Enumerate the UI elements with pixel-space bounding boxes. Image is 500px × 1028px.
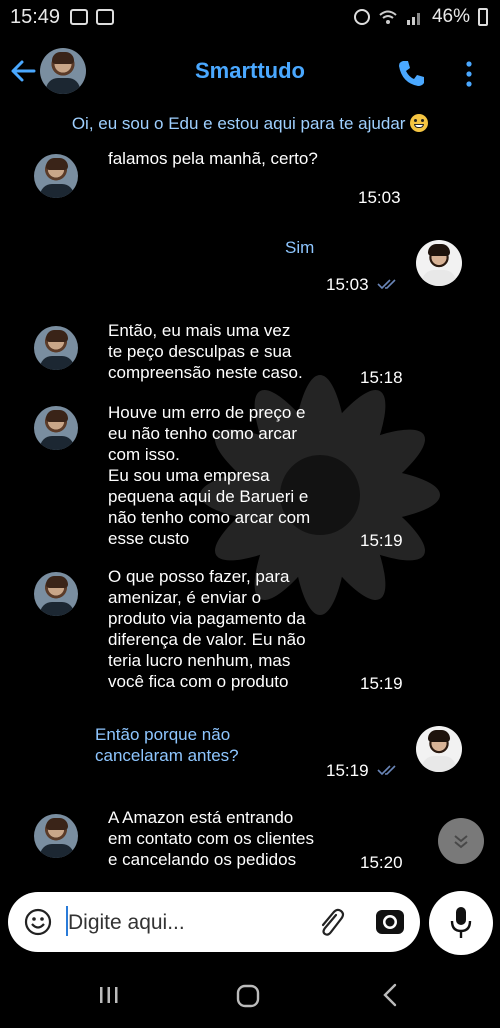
message-time: 15:19 [326, 761, 369, 780]
battery-icon [478, 8, 488, 26]
message-text: falamos pela manhã, certo? [108, 149, 318, 168]
sender-avatar[interactable] [34, 154, 78, 198]
message-bubble[interactable]: A Amazon está entrando em contato com os… [108, 807, 314, 870]
sender-avatar[interactable] [34, 572, 78, 616]
sender-avatar[interactable] [34, 406, 78, 450]
alarm-icon [353, 9, 370, 25]
message-input[interactable] [66, 906, 300, 940]
message-text: Então porque não cancelaram antes? [95, 725, 239, 765]
message-text: Houve um erro de preço e eu não tenho co… [108, 403, 311, 548]
camera-icon[interactable] [374, 906, 406, 938]
message-time: 15:18 [360, 368, 403, 387]
message-bubble[interactable]: Então porque não cancelaram antes? [95, 724, 239, 766]
own-avatar[interactable] [416, 726, 462, 772]
sender-avatar[interactable] [34, 326, 78, 370]
text-cursor [66, 906, 68, 936]
message-time: 15:19 [360, 674, 403, 693]
message-bubble[interactable]: Houve um erro de preço e eu não tenho co… [108, 402, 310, 549]
status-bar: 15:49 46% [0, 0, 500, 36]
gallery-icon [70, 9, 88, 25]
scroll-down-button[interactable] [438, 818, 484, 864]
battery-percent: 46% [431, 6, 470, 27]
sender-avatar[interactable] [34, 814, 78, 858]
signal-icon [406, 13, 420, 25]
phone-icon[interactable] [396, 58, 426, 88]
read-ticks-icon [377, 279, 396, 290]
message-time: 15:03 [326, 275, 369, 294]
status-time: 15:49 [10, 6, 61, 28]
more-vert-icon[interactable] [462, 60, 476, 88]
email-icon [96, 9, 114, 25]
mic-button[interactable] [429, 891, 493, 955]
message-bubble[interactable]: falamos pela manhã, certo? [108, 148, 318, 169]
message-text: Então, eu mais uma vez te peço desculpas… [108, 321, 303, 382]
message-bubble[interactable]: O que posso fazer, para amenizar, é envi… [108, 566, 306, 692]
message-text: Sim [285, 238, 315, 257]
system-nav-bar [0, 968, 500, 1028]
message-time: 15:19 [360, 531, 403, 550]
grinning-face-emoji [410, 114, 429, 132]
wifi-icon [379, 10, 397, 24]
double-chevron-down-icon [454, 835, 468, 849]
message-time: 15:03 [358, 188, 401, 207]
message-text: O que posso fazer, para amenizar, é envi… [108, 567, 306, 691]
emoji-icon[interactable] [24, 908, 52, 936]
mic-icon [450, 907, 472, 938]
back-icon[interactable] [382, 982, 398, 1008]
message-time: 15:20 [360, 853, 403, 872]
message-bubble[interactable]: Sim [285, 237, 314, 258]
welcome-banner: Oi, eu sou o Edu e estou aqui para te aj… [0, 114, 500, 134]
home-icon[interactable] [236, 984, 260, 1008]
message-composer [8, 892, 420, 952]
banner-text: Oi, eu sou o Edu e estou aqui para te aj… [71, 114, 406, 133]
read-ticks-icon [377, 765, 396, 776]
attach-icon[interactable] [316, 906, 346, 938]
own-avatar[interactable] [416, 240, 462, 286]
message-text: A Amazon está entrando em contato com os… [108, 808, 314, 869]
message-bubble[interactable]: Então, eu mais uma vez te peço desculpas… [108, 320, 303, 383]
recent-apps-icon[interactable] [98, 984, 120, 1006]
